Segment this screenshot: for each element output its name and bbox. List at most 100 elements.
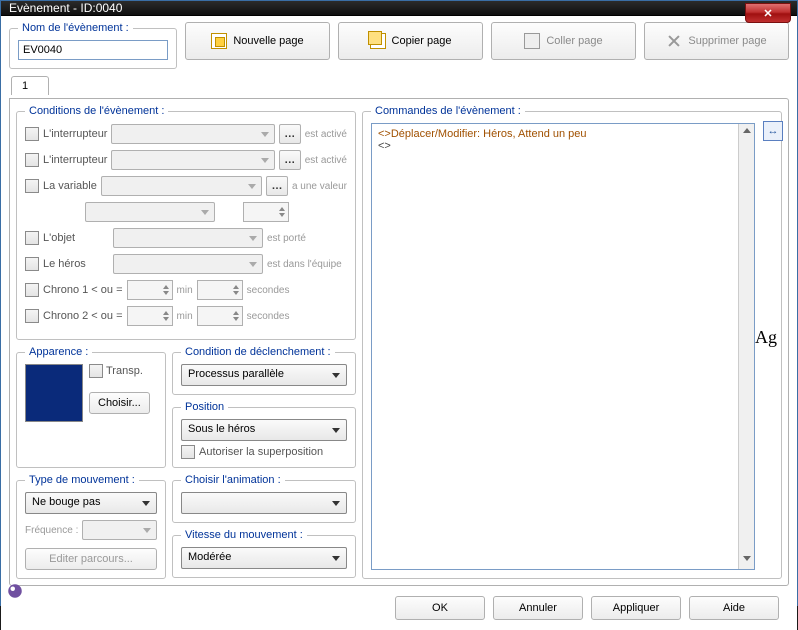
close-icon: ✕ (763, 7, 772, 20)
timer2-check[interactable] (25, 309, 39, 323)
variable-browse[interactable]: … (266, 176, 288, 196)
timer1-sec-lbl: secondes (247, 285, 290, 296)
hero-suffix: est dans l'équipe (267, 259, 342, 270)
app-corner-icon (6, 582, 24, 600)
appearance-group: Apparence : Transp. Choisir... (16, 346, 166, 468)
event-editor-window: Evènement - ID:0040 ✕ Nom de l'évènement… (0, 0, 798, 606)
switch2-browse[interactable]: … (279, 150, 301, 170)
paste-page-icon (524, 33, 540, 49)
window-body: Nom de l'évènement : Nouvelle page Copie… (1, 16, 797, 630)
new-page-button[interactable]: Nouvelle page (185, 22, 330, 60)
switch1-check[interactable] (25, 127, 39, 141)
trigger-value: Processus parallèle (188, 368, 284, 380)
movement-anim-row: Type de mouvement : Ne bouge pas Fréquen… (16, 474, 356, 579)
variable-suffix: a une valeur (292, 181, 347, 192)
edit-route-button[interactable]: Editer parcours... (25, 548, 157, 570)
transp-label: Transp. (106, 365, 143, 377)
timer1-check[interactable] (25, 283, 39, 297)
appearance-legend: Apparence : (25, 346, 92, 358)
tab-page: Conditions de l'évènement : L'interrupte… (9, 98, 789, 586)
position-group: Position Sous le héros Autoriser la supe… (172, 401, 356, 468)
freq-label: Fréquence : (25, 525, 78, 536)
animation-select[interactable] (181, 492, 347, 514)
ok-button[interactable]: OK (395, 596, 485, 620)
variable-check[interactable] (25, 179, 39, 193)
choose-graphic-button[interactable]: Choisir... (89, 392, 150, 414)
cancel-button[interactable]: Annuler (493, 596, 583, 620)
hero-check[interactable] (25, 257, 39, 271)
apply-label: Appliquer (613, 602, 659, 614)
switch2-check[interactable] (25, 153, 39, 167)
position-select[interactable]: Sous le héros (181, 419, 347, 441)
tab-1[interactable]: 1 (11, 76, 49, 95)
event-name-legend: Nom de l'évènement : (18, 22, 133, 34)
expand-commands-button[interactable]: ↔ (763, 121, 783, 141)
command-line-2[interactable]: <> (378, 140, 748, 152)
move-type-select[interactable]: Ne bouge pas (25, 492, 157, 514)
footer: OK Annuler Appliquer Aide (9, 590, 789, 626)
delete-page-icon (666, 33, 682, 49)
switch2-select[interactable] (111, 150, 274, 170)
titlebar: Evènement - ID:0040 ✕ (1, 1, 797, 16)
timer2-sec[interactable] (197, 306, 243, 326)
speed-select[interactable]: Modérée (181, 547, 347, 569)
top-row: Nom de l'évènement : Nouvelle page Copie… (9, 22, 789, 69)
switch1-browse[interactable]: … (279, 124, 301, 144)
cancel-label: Annuler (519, 602, 557, 614)
trigger-group: Condition de déclenchement : Processus p… (172, 346, 356, 395)
close-button[interactable]: ✕ (745, 3, 791, 23)
ok-label: OK (432, 602, 448, 614)
variable-op-select[interactable] (85, 202, 215, 222)
delete-page-button[interactable]: Supprimer page (644, 22, 789, 60)
item-select[interactable] (113, 228, 263, 248)
edit-route-label: Editer parcours... (49, 553, 133, 565)
item-label: L'objet (43, 232, 109, 244)
help-button[interactable]: Aide (689, 596, 779, 620)
new-page-icon (211, 33, 227, 49)
command-line-1[interactable]: <>Déplacer/Modifier: Héros, Attend un pe… (378, 128, 748, 140)
copy-page-label: Copier page (392, 35, 452, 47)
scroll-down-icon (743, 556, 751, 561)
tab-1-label: 1 (22, 80, 28, 92)
timer2-label: Chrono 2 < ou = (43, 310, 123, 322)
variable-value-spin[interactable] (243, 202, 289, 222)
event-name-input[interactable] (18, 40, 168, 60)
timer1-sec[interactable] (197, 280, 243, 300)
choose-graphic-label: Choisir... (98, 397, 141, 409)
variable-label: La variable (43, 180, 97, 192)
timer2-min[interactable] (127, 306, 173, 326)
scroll-up-icon (743, 128, 751, 133)
freq-select[interactable] (82, 520, 157, 540)
new-page-label: Nouvelle page (233, 35, 303, 47)
hero-label: Le héros (43, 258, 109, 270)
trigger-select[interactable]: Processus parallèle (181, 364, 347, 386)
position-legend: Position (181, 401, 228, 413)
tab-strip: 1 (11, 75, 789, 94)
variable-select[interactable] (101, 176, 262, 196)
commands-list[interactable]: <>Déplacer/Modifier: Héros, Attend un pe… (371, 123, 755, 570)
switch1-label: L'interrupteur (43, 128, 107, 140)
timer1-min-lbl: min (177, 285, 193, 296)
speed-group: Vitesse du mouvement : Modérée (172, 529, 356, 578)
timer1-min[interactable] (127, 280, 173, 300)
apply-button[interactable]: Appliquer (591, 596, 681, 620)
conditions-legend: Conditions de l'évènement : (25, 105, 168, 117)
commands-scrollbar[interactable] (738, 124, 754, 569)
hero-select[interactable] (113, 254, 263, 274)
conditions-group: Conditions de l'évènement : L'interrupte… (16, 105, 356, 340)
copy-page-button[interactable]: Copier page (338, 22, 483, 60)
item-check[interactable] (25, 231, 39, 245)
timer1-label: Chrono 1 < ou = (43, 284, 123, 296)
expand-icon: ↔ (768, 125, 779, 137)
appearance-preview[interactable] (25, 364, 83, 422)
timer2-min-lbl: min (177, 311, 193, 322)
switch2-suffix: est activé (305, 155, 347, 166)
move-type-legend: Type de mouvement : (25, 474, 139, 486)
overlap-check[interactable] (181, 445, 195, 459)
animation-group: Choisir l'animation : (172, 474, 356, 523)
copy-page-icon (370, 33, 386, 49)
switch1-select[interactable] (111, 124, 274, 144)
side-ag-label: Ag (755, 327, 777, 348)
transp-check[interactable] (89, 364, 103, 378)
paste-page-button[interactable]: Coller page (491, 22, 636, 60)
